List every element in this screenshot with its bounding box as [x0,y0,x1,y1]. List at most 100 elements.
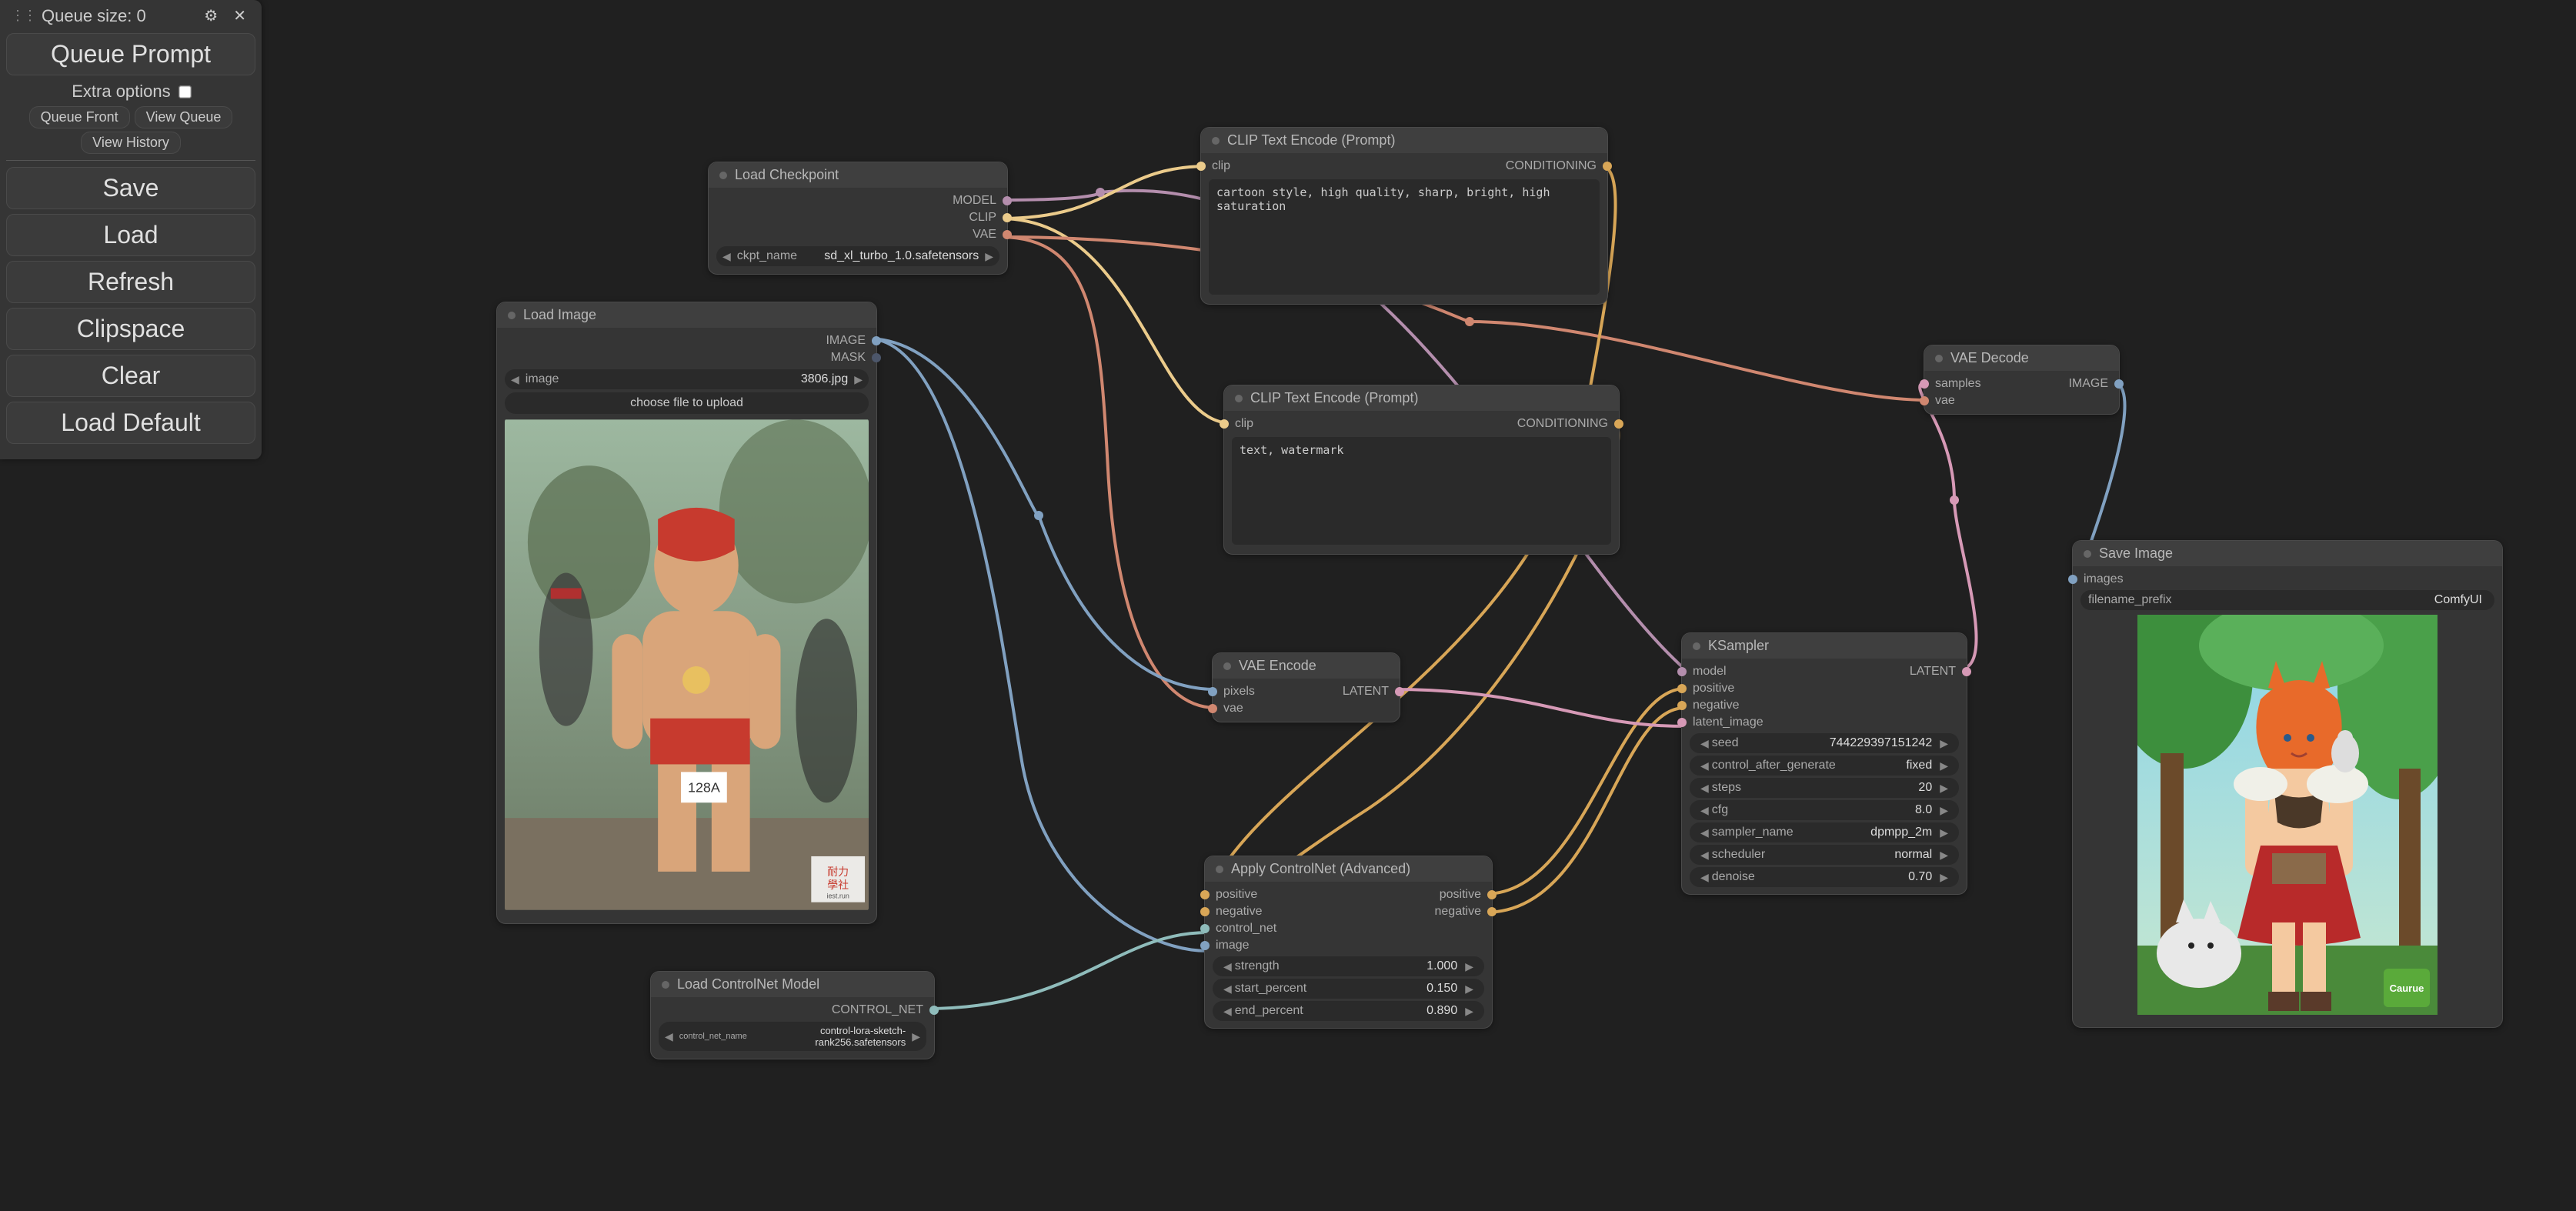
clear-button[interactable]: Clear [6,355,255,397]
node-clip-text-encode-negative[interactable]: CLIP Text Encode (Prompt) clip CONDITION… [1223,385,1620,555]
collapse-dot-icon[interactable] [2084,550,2091,558]
collapse-dot-icon[interactable] [1212,137,1220,145]
chevron-right-icon[interactable]: ▶ [1937,782,1951,795]
end-percent-widget[interactable]: ◀end_percent0.890▶ [1213,1001,1484,1021]
chevron-right-icon[interactable]: ▶ [854,373,863,386]
extra-options-checkbox[interactable] [179,85,192,98]
chevron-left-icon[interactable]: ◀ [1697,804,1712,817]
chevron-left-icon[interactable]: ◀ [1220,1005,1235,1018]
chevron-right-icon[interactable]: ▶ [1462,960,1477,973]
port-pixels-in[interactable] [1208,687,1217,696]
port-clip-in[interactable] [1220,419,1229,429]
chevron-left-icon[interactable]: ◀ [1697,826,1712,839]
port-latent-out[interactable] [1962,667,1971,676]
port-image-out[interactable] [2114,379,2124,389]
chevron-right-icon[interactable]: ▶ [985,250,993,263]
control-after-generate-widget[interactable]: ◀control_after_generatefixed▶ [1690,756,1959,776]
node-canvas[interactable]: Load Checkpoint MODEL CLIP VAE ◀ ckpt_na… [0,0,2576,1211]
seed-widget[interactable]: ◀seed744229397151242▶ [1690,733,1959,753]
collapse-dot-icon[interactable] [1216,866,1223,873]
save-button[interactable]: Save [6,167,255,209]
sampler-widget[interactable]: ◀sampler_namedpmpp_2m▶ [1690,822,1959,842]
port-samples-in[interactable] [1920,379,1929,389]
node-header[interactable]: Save Image [2073,541,2502,566]
node-load-controlnet[interactable]: Load ControlNet Model CONTROL_NET ◀ cont… [650,971,935,1059]
port-controlnet-out[interactable] [929,1006,939,1015]
chevron-right-icon[interactable]: ▶ [1462,982,1477,996]
collapse-dot-icon[interactable] [1223,662,1231,670]
port-model-out[interactable] [1003,196,1012,205]
menu-panel[interactable]: ⋮⋮ Queue size: 0 ⚙ ✕ Queue Prompt Extra … [0,0,262,459]
chevron-right-icon[interactable]: ▶ [1937,737,1951,750]
collapse-dot-icon[interactable] [1235,395,1243,402]
port-clip-out[interactable] [1003,213,1012,222]
collapse-dot-icon[interactable] [1693,642,1700,650]
clipspace-button[interactable]: Clipspace [6,308,255,350]
port-image-out[interactable] [872,336,881,345]
chevron-left-icon[interactable]: ◀ [1220,982,1235,996]
steps-widget[interactable]: ◀steps20▶ [1690,778,1959,798]
chevron-right-icon[interactable]: ▶ [1937,826,1951,839]
node-header[interactable]: VAE Encode [1213,653,1400,679]
close-icon[interactable]: ✕ [229,5,251,27]
chevron-right-icon[interactable]: ▶ [1937,871,1951,884]
node-header[interactable]: Load Image [497,302,876,328]
port-cond-out[interactable] [1603,162,1612,171]
node-apply-controlnet[interactable]: Apply ControlNet (Advanced) positive pos… [1204,856,1493,1029]
node-save-image[interactable]: Save Image images filename_prefix ComfyU… [2072,540,2503,1028]
node-header[interactable]: CLIP Text Encode (Prompt) [1224,385,1619,411]
chevron-right-icon[interactable]: ▶ [1937,849,1951,862]
denoise-widget[interactable]: ◀denoise0.70▶ [1690,867,1959,887]
upload-button[interactable]: choose file to upload [505,392,869,414]
load-button[interactable]: Load [6,214,255,256]
refresh-button[interactable]: Refresh [6,261,255,303]
node-header[interactable]: Apply ControlNet (Advanced) [1205,856,1492,882]
chevron-left-icon[interactable]: ◀ [665,1030,673,1043]
queue-front-button[interactable]: Queue Front [29,106,130,128]
chevron-left-icon[interactable]: ◀ [1697,871,1712,884]
start-percent-widget[interactable]: ◀start_percent0.150▶ [1213,979,1484,999]
port-clip-in[interactable] [1196,162,1206,171]
chevron-left-icon[interactable]: ◀ [1697,737,1712,750]
chevron-left-icon[interactable]: ◀ [1220,960,1235,973]
prompt-text[interactable]: text, watermark [1232,437,1611,545]
view-history-button[interactable]: View History [81,132,181,154]
chevron-left-icon[interactable]: ◀ [722,250,731,263]
cfg-widget[interactable]: ◀cfg8.0▶ [1690,800,1959,820]
port-image-in[interactable] [1200,941,1210,950]
node-header[interactable]: Load Checkpoint [709,162,1007,188]
port-vae-out[interactable] [1003,230,1012,239]
chevron-left-icon[interactable]: ◀ [511,373,519,386]
view-queue-button[interactable]: View Queue [135,106,233,128]
port-positive-in[interactable] [1200,890,1210,899]
collapse-dot-icon[interactable] [1935,355,1943,362]
image-name-combo[interactable]: ◀ image 3806.jpg ▶ [505,369,869,389]
node-vae-decode[interactable]: VAE Decode samples IMAGE vae [1924,345,2120,415]
node-vae-encode[interactable]: VAE Encode pixels LATENT vae [1212,652,1400,722]
port-latent-out[interactable] [1395,687,1404,696]
chevron-right-icon[interactable]: ▶ [1462,1005,1477,1018]
port-vae-in[interactable] [1920,396,1929,405]
strength-widget[interactable]: ◀strength1.000▶ [1213,956,1484,976]
port-vae-in[interactable] [1208,704,1217,713]
port-images-in[interactable] [2068,575,2077,584]
port-cond-out[interactable] [1614,419,1623,429]
chevron-left-icon[interactable]: ◀ [1697,782,1712,795]
port-positive-out[interactable] [1487,890,1497,899]
node-header[interactable]: VAE Decode [1924,345,2119,371]
prompt-text[interactable]: cartoon style, high quality, sharp, brig… [1209,179,1600,295]
collapse-dot-icon[interactable] [662,981,669,989]
filename-prefix-widget[interactable]: filename_prefix ComfyUI [2080,590,2494,610]
load-default-button[interactable]: Load Default [6,402,255,444]
node-clip-text-encode-positive[interactable]: CLIP Text Encode (Prompt) clip CONDITION… [1200,127,1608,305]
node-load-image[interactable]: Load Image IMAGE MASK ◀ image 3806.jpg ▶… [496,302,877,924]
chevron-right-icon[interactable]: ▶ [912,1030,920,1043]
port-negative-in[interactable] [1200,907,1210,916]
node-ksampler[interactable]: KSampler model LATENT positive negative … [1681,632,1967,895]
gear-icon[interactable]: ⚙ [199,5,222,27]
port-negative-out[interactable] [1487,907,1497,916]
chevron-right-icon[interactable]: ▶ [1937,804,1951,817]
port-mask-out[interactable] [872,353,881,362]
chevron-right-icon[interactable]: ▶ [1937,759,1951,772]
port-model-in[interactable] [1677,667,1687,676]
